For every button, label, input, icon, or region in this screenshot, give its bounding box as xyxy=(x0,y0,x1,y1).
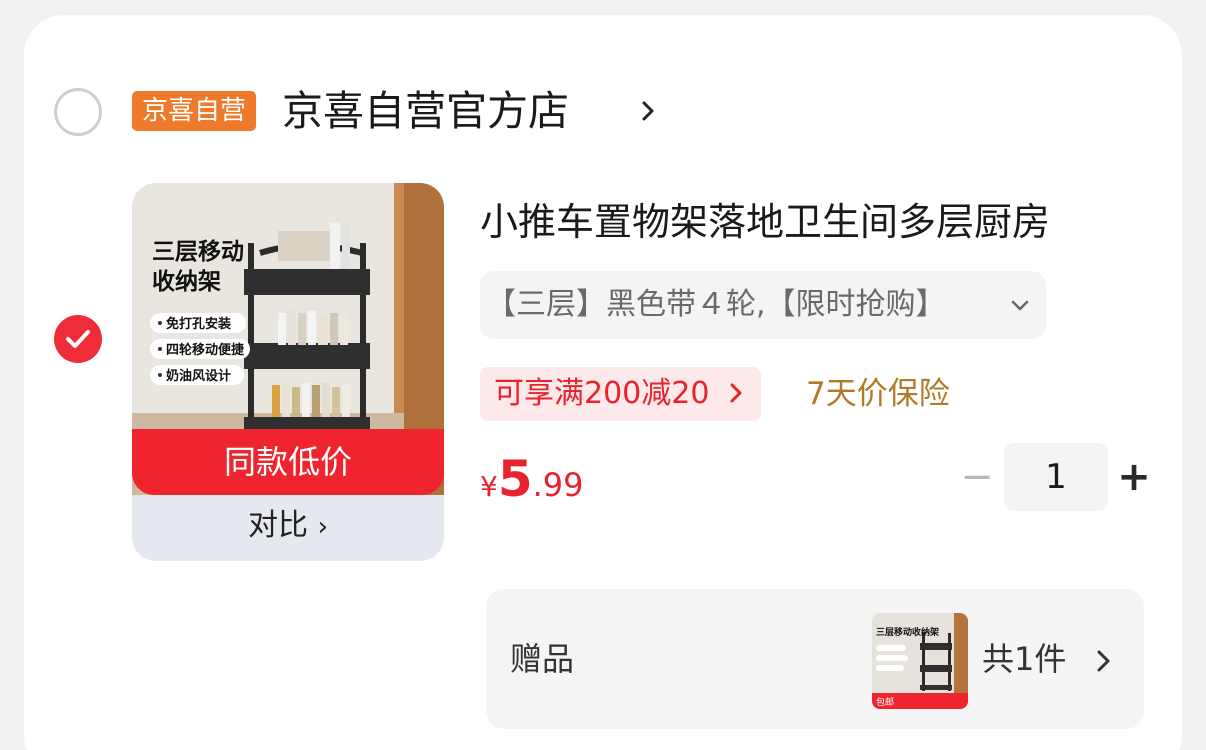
chevron-down-icon[interactable] xyxy=(1008,293,1032,317)
product-image[interactable]: 三层移动 收纳架 免打孔安装 四轮移动便捷 奶油风设计 同款低价 对比 › xyxy=(132,183,444,561)
poster-title-line2: 收纳架 xyxy=(152,268,221,295)
cart-shop-card: 京喜自营 京喜自营官方店 三层移动 收纳架 免打孔安装 四轮移动便捷 奶油风设计… xyxy=(24,15,1182,750)
promo-label: 可享满200减20 xyxy=(494,376,710,411)
item-select-checkbox[interactable] xyxy=(54,315,102,363)
promo-coupon-button[interactable]: 可享满200减20 xyxy=(480,367,761,421)
chevron-right-icon: › xyxy=(317,512,328,542)
shop-name-link[interactable]: 京喜自营官方店 xyxy=(282,83,569,139)
quantity-increase-button[interactable]: + xyxy=(1116,449,1152,507)
poster-feature-2: 四轮移动便捷 xyxy=(166,342,245,358)
self-operated-badge: 京喜自营 xyxy=(132,91,257,131)
gift-thumb-title: 三层移动收纳架 xyxy=(876,626,939,638)
poster-feature-1: 免打孔安装 xyxy=(166,316,231,332)
poster-title-line1: 三层移动 xyxy=(152,239,244,265)
shop-select-radio[interactable] xyxy=(54,88,102,136)
spec-selector[interactable]: 【三层】黑色带４轮,【限时抢购】 xyxy=(480,271,1046,339)
gift-count: 共1件 xyxy=(982,640,1067,678)
checkmark-icon xyxy=(66,330,90,348)
price-currency: ¥ xyxy=(480,470,498,503)
chevron-right-icon[interactable] xyxy=(636,91,660,131)
quantity-input[interactable]: 1 xyxy=(1004,443,1108,511)
price-protection-label: 7天价保险 xyxy=(806,376,950,412)
chevron-right-icon xyxy=(730,383,742,403)
chevron-right-icon xyxy=(1097,650,1110,672)
compare-label: 对比 xyxy=(248,508,309,543)
same-style-low-price-banner: 同款低价 xyxy=(132,429,444,495)
gift-thumb-badge: 包邮 xyxy=(876,696,894,708)
poster-feature-3: 奶油风设计 xyxy=(165,368,231,384)
quantity-decrease-button[interactable]: − xyxy=(960,449,994,507)
price-decimal: .99 xyxy=(532,466,584,504)
product-title[interactable]: 小推车置物架落地卫生间多层厨房 xyxy=(480,197,1050,247)
price-integer: 5 xyxy=(497,450,533,508)
gift-row[interactable]: 赠品 三层移动收纳架 包邮 共1件 xyxy=(486,589,1144,729)
compare-button[interactable]: 对比 › xyxy=(132,495,444,561)
gift-image: 三层移动收纳架 包邮 xyxy=(872,613,968,709)
gift-label: 赠品 xyxy=(510,640,575,678)
product-price: ¥5.99 xyxy=(480,449,584,521)
